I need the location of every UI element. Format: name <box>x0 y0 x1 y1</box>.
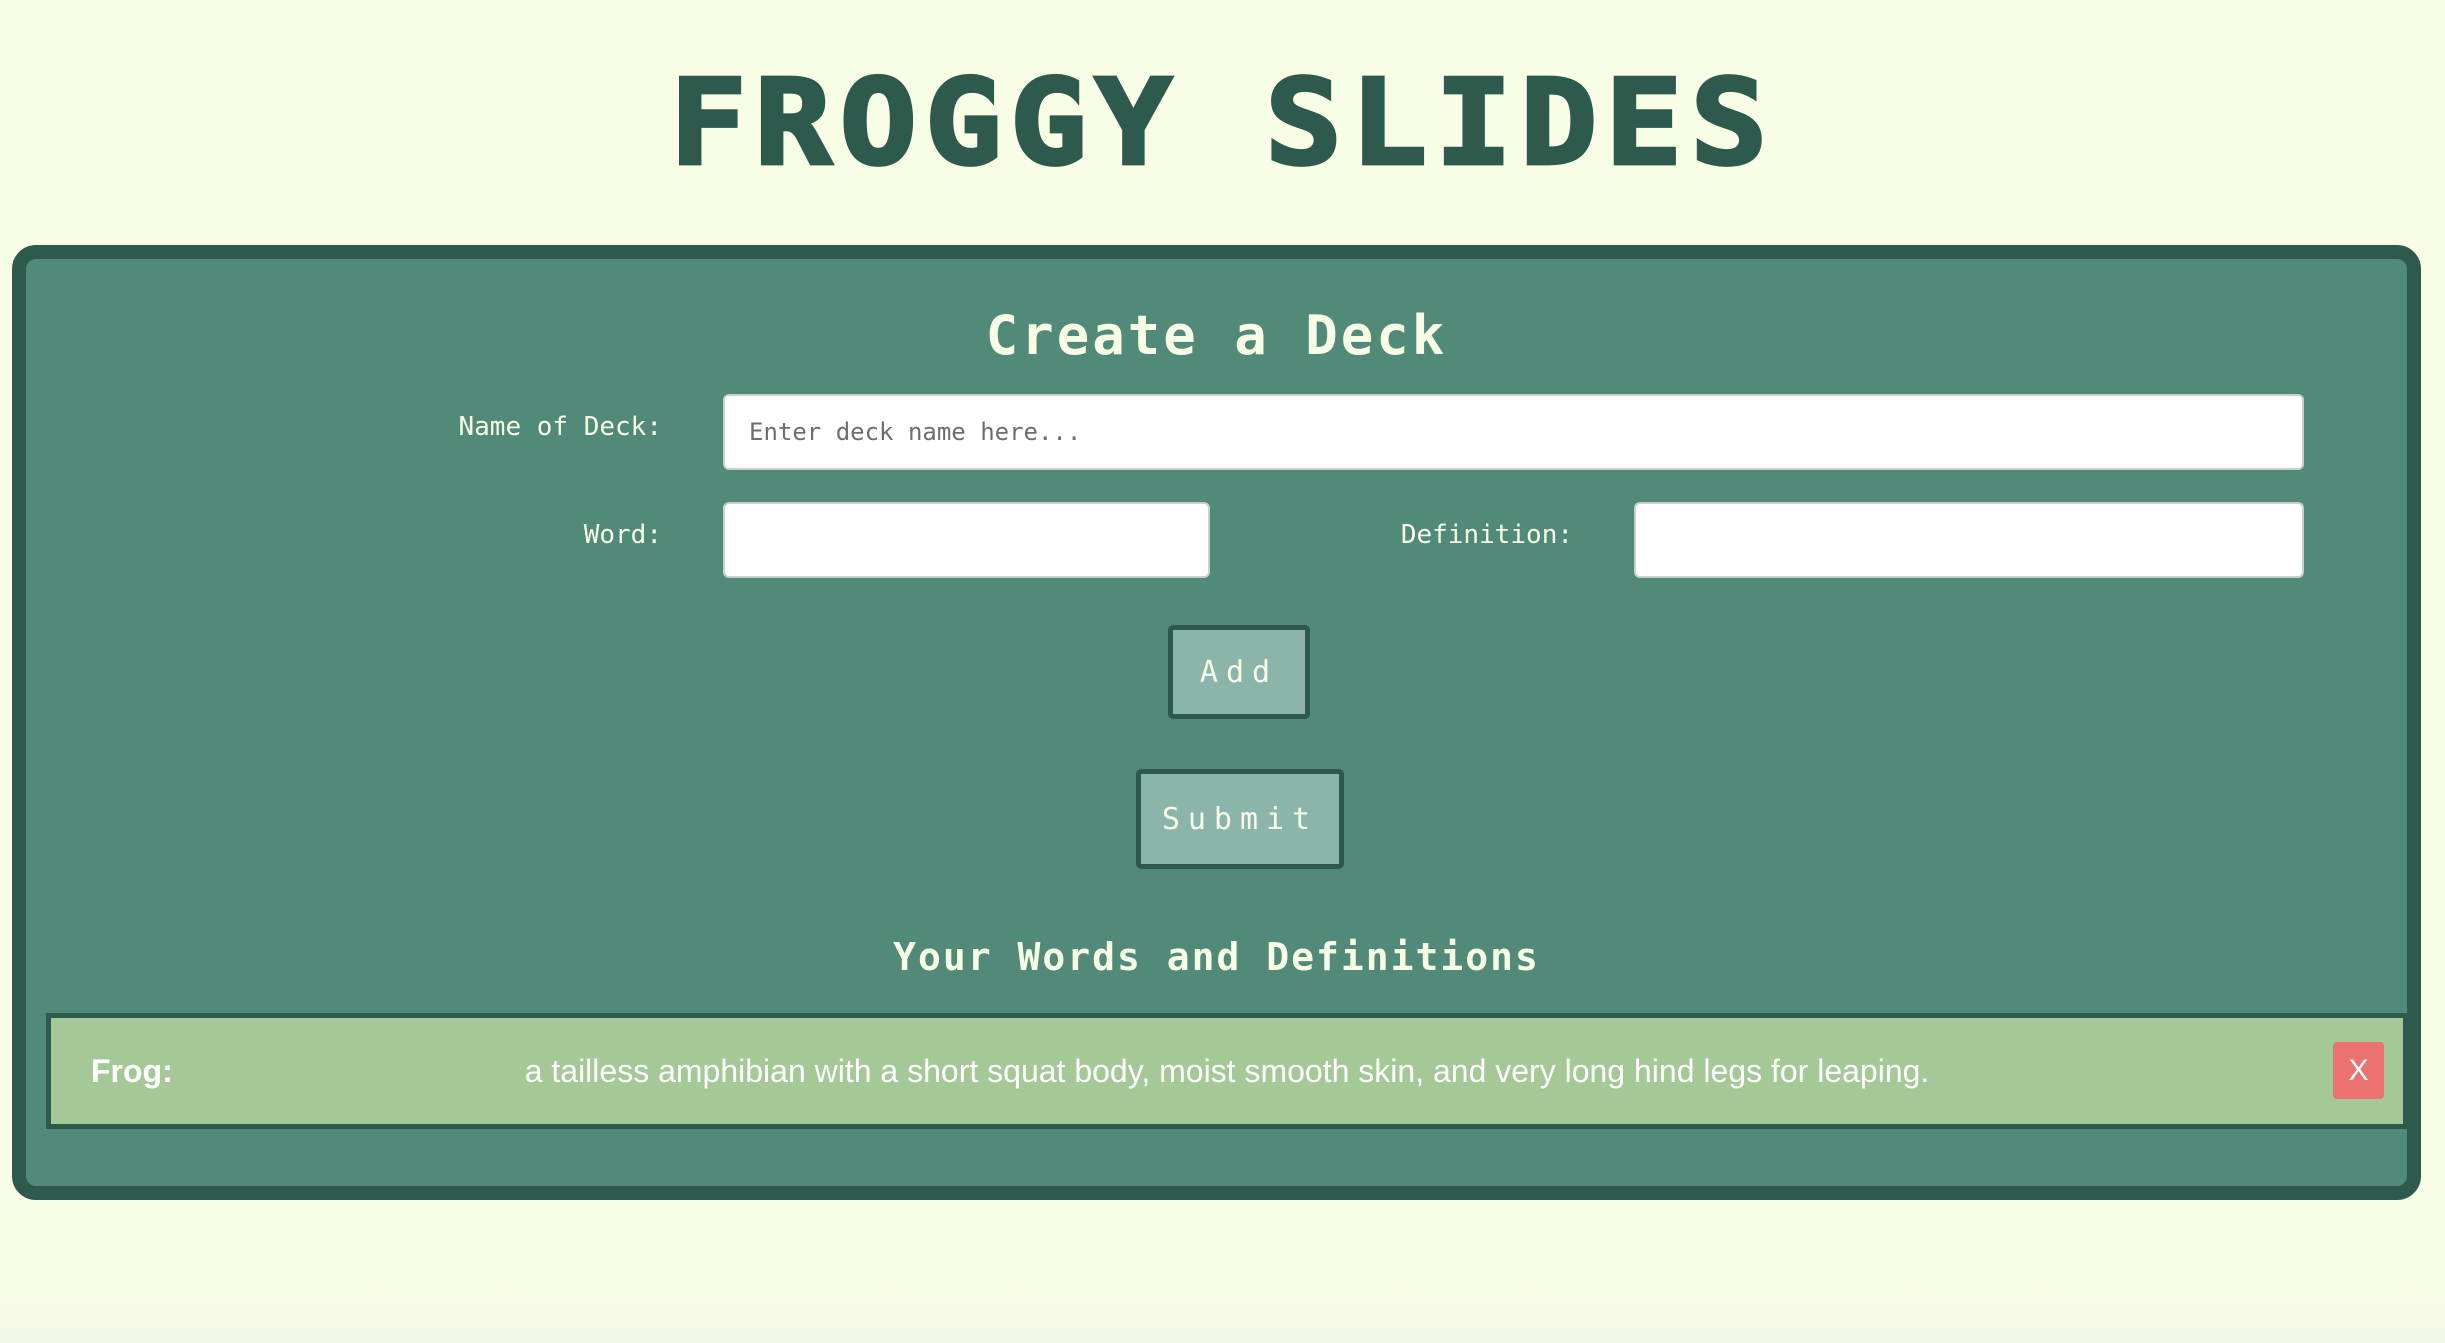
word-label: Word: <box>583 520 662 550</box>
page-footer-fade <box>0 1290 2445 1343</box>
definition-label: Definition: <box>1400 520 1573 550</box>
create-deck-heading: Create a Deck <box>985 304 1448 367</box>
site-title: FROGGY SLIDES <box>668 55 1776 193</box>
deck-name-input[interactable] <box>723 394 2304 470</box>
definition-input[interactable] <box>1634 502 2304 578</box>
word-definition: a tailless amphibian with a short squat … <box>524 1052 1930 1089</box>
create-deck-panel: Create a Deck Name of Deck: Word: Defini… <box>12 245 2421 1200</box>
add-button[interactable]: Add <box>1168 625 1310 719</box>
word-input[interactable] <box>723 502 1210 578</box>
submit-button[interactable]: Submit <box>1136 769 1344 869</box>
word-term: Frog: <box>91 1052 173 1089</box>
word-list-item: Frog: a tailless amphibian with a short … <box>46 1013 2408 1129</box>
deck-name-label: Name of Deck: <box>458 412 663 442</box>
delete-word-button[interactable]: X <box>2333 1042 2384 1099</box>
site-header: FROGGY SLIDES <box>0 60 2445 188</box>
words-section-heading: Your Words and Definitions <box>893 935 1540 979</box>
